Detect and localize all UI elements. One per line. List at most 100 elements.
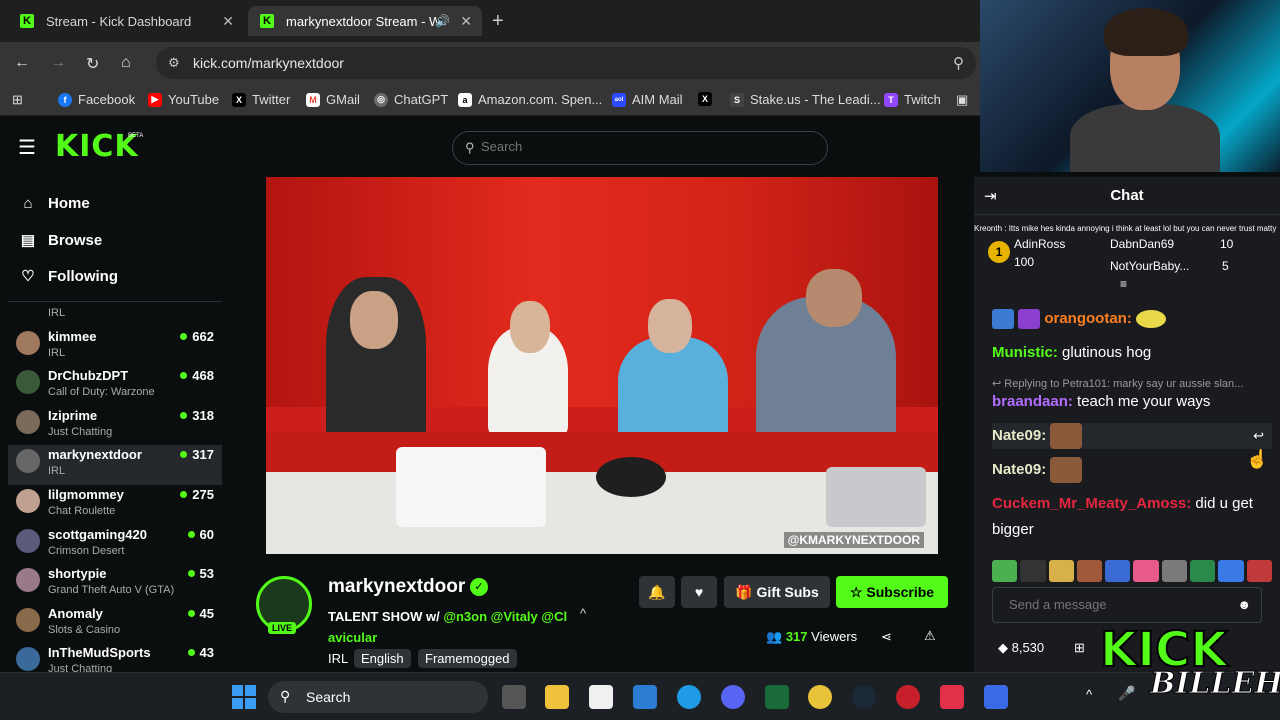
windows-taskbar: ⚲ Search ^ 🎤 <box>0 672 1280 720</box>
emote-icon[interactable] <box>1161 560 1188 582</box>
close-tab-icon[interactable]: ✕ <box>222 13 234 30</box>
channel-points[interactable]: ◆ 8,530 <box>998 640 1044 656</box>
filter-icon[interactable]: ≡ <box>1120 277 1127 291</box>
emote-icon[interactable] <box>1048 560 1074 582</box>
channel-item-iziprime[interactable]: Iziprime Just Chatting 318 <box>16 408 216 446</box>
follow-button[interactable]: ♥ <box>681 576 717 608</box>
app-icon[interactable] <box>940 685 964 709</box>
bookmark-twitch[interactable]: T Twitch <box>884 92 941 107</box>
person-face <box>510 301 550 353</box>
bookmark-twitter[interactable]: X Twitter <box>232 92 290 107</box>
browser-tab-kick-dashboard[interactable]: K Stream - Kick Dashboard ✕ <box>8 6 244 36</box>
gift-icon[interactable]: ⊞ <box>1074 640 1085 656</box>
tag-english[interactable]: English <box>354 649 411 668</box>
zoom-icon[interactable]: ⚲ <box>953 54 964 72</box>
app-icon[interactable] <box>896 685 920 709</box>
bookmark-aim-mail[interactable]: aol AIM Mail <box>612 92 683 107</box>
kick-logo[interactable]: KICK <box>55 129 139 164</box>
report-icon[interactable]: ⚠ <box>924 628 936 644</box>
emoji-icon[interactable]: ☻ <box>1237 597 1251 612</box>
browser-tab-markynextdoor[interactable]: K markynextdoor Stream - W 🔊 ✕ <box>248 6 482 36</box>
task-view-icon[interactable] <box>502 685 526 709</box>
chat-username[interactable]: braandaan: <box>992 393 1073 410</box>
reload-icon[interactable]: ↻ <box>86 54 99 74</box>
chat-input[interactable] <box>1009 597 1229 612</box>
channel-item-lilgmommey[interactable]: lilgmommey Chat Roulette 275 <box>16 487 216 525</box>
speaker-icon[interactable]: 🔊 <box>435 14 450 28</box>
channel-item-markynextdoor[interactable]: markynextdoor IRL 317 <box>8 445 222 485</box>
video-player[interactable]: @KMARKYNEXTDOOR <box>266 177 938 554</box>
emote-icon[interactable] <box>1246 560 1272 582</box>
search-input[interactable] <box>481 139 811 154</box>
subscribe-button[interactable]: ☆ Subscribe <box>836 576 948 608</box>
bookmark-x[interactable]: X <box>698 92 718 106</box>
nav-following[interactable]: ♡ Following <box>18 267 118 286</box>
windows-start-icon[interactable] <box>232 685 256 709</box>
search-field[interactable]: ⚲ <box>452 131 828 165</box>
chrome-icon[interactable] <box>808 685 832 709</box>
channel-item-scottgaming420[interactable]: scottgaming420 Crimson Desert 60 <box>16 527 216 565</box>
tag-framemogged[interactable]: Framemogged <box>418 649 517 668</box>
url-field[interactable]: ⚙ kick.com/markynextdoor ⚲ <box>156 47 976 79</box>
bookmark-youtube[interactable]: ▶ YouTube <box>148 92 219 107</box>
app-icon[interactable] <box>984 685 1008 709</box>
edge-icon[interactable] <box>677 685 701 709</box>
nav-browse[interactable]: ▤ Browse <box>18 231 102 250</box>
chat-username[interactable]: Nate09: <box>992 461 1046 478</box>
share-icon[interactable]: ⋖ <box>881 629 892 645</box>
emote-icon[interactable] <box>1133 560 1159 582</box>
apps-grid-icon[interactable]: ⊞ <box>12 92 23 108</box>
emote-icon[interactable] <box>1190 560 1216 582</box>
chat-username[interactable]: Cuckem_Mr_Meaty_Amoss: <box>992 495 1191 512</box>
site-info-icon[interactable]: ⚙ <box>168 55 180 71</box>
tag-irl[interactable]: IRL <box>328 649 348 668</box>
gift-subs-button[interactable]: 🎁 Gift Subs <box>724 576 830 608</box>
chevron-up-icon[interactable]: ^ <box>1086 687 1092 702</box>
emote-icon[interactable] <box>1218 560 1244 582</box>
home-icon[interactable]: ⌂ <box>121 54 131 72</box>
bookmark-facebook[interactable]: f Facebook <box>58 92 135 107</box>
emote-icon[interactable] <box>992 560 1018 582</box>
back-arrow-icon[interactable]: ← <box>14 54 30 72</box>
chevron-up-icon[interactable]: ^ <box>580 606 586 621</box>
channel-category: Just Chatting <box>48 663 113 672</box>
steam-icon[interactable] <box>852 685 876 709</box>
chat-username[interactable]: Nate09: <box>992 427 1046 444</box>
channel-item-shortypie[interactable]: shortypie Grand Theft Auto V (GTA) 53 <box>16 566 216 604</box>
title-mentions[interactable]: @n3on @Vitaly @Cl <box>443 609 567 624</box>
close-tab-icon[interactable]: ✕ <box>460 13 472 30</box>
emote-icon[interactable] <box>1076 560 1103 582</box>
bookmark-gmail[interactable]: M GMail <box>306 92 360 107</box>
discord-icon[interactable] <box>721 685 745 709</box>
notification-bell-button[interactable]: 🔔 <box>639 576 675 608</box>
file-explorer-icon[interactable] <box>545 685 569 709</box>
streamer-name[interactable]: markynextdoor <box>328 576 465 598</box>
new-tab-button[interactable]: + <box>492 10 504 33</box>
viewers-icon: 👥 <box>766 629 786 644</box>
bookmarks-menu-icon[interactable]: ▣ <box>956 92 968 108</box>
taskbar-search[interactable]: ⚲ Search <box>268 681 488 713</box>
forward-arrow-icon[interactable]: → <box>50 54 66 72</box>
channel-item[interactable]: IRL <box>16 305 216 323</box>
nav-home[interactable]: ⌂ Home <box>18 195 89 212</box>
chat-username[interactable]: orangootan: <box>1044 310 1132 327</box>
bookmark-amazon[interactable]: a Amazon.com. Spen... <box>458 92 602 107</box>
chat-username[interactable]: Munistic: <box>992 344 1058 361</box>
chat-input-field[interactable]: ☻ <box>992 587 1262 623</box>
channel-item-anomaly[interactable]: Anomaly Slots & Casino 45 <box>16 606 216 644</box>
bookmark-chatgpt[interactable]: ◎ ChatGPT <box>374 92 448 107</box>
emote-icon[interactable] <box>1105 560 1131 582</box>
avatar <box>16 568 40 592</box>
bookmark-stake[interactable]: S Stake.us - The Leadi... <box>730 92 881 107</box>
reply-action-icon[interactable]: ↩ <box>1253 423 1264 449</box>
store-icon[interactable] <box>589 685 613 709</box>
emote-icon[interactable] <box>1020 560 1046 582</box>
excel-icon[interactable] <box>765 685 789 709</box>
title-mentions[interactable]: avicular <box>328 630 377 645</box>
channel-item-kimmee[interactable]: kimmee IRL 662 <box>16 329 216 367</box>
channel-item-drchubzdpt[interactable]: DrChubzDPT Call of Duty: Warzone 468 <box>16 368 216 406</box>
viewers-number: 317 <box>785 629 808 644</box>
menu-icon[interactable]: ☰ <box>18 135 36 160</box>
outlook-icon[interactable] <box>633 685 657 709</box>
channel-item-inthemudsports[interactable]: InTheMudSports Just Chatting 43 <box>16 645 216 672</box>
